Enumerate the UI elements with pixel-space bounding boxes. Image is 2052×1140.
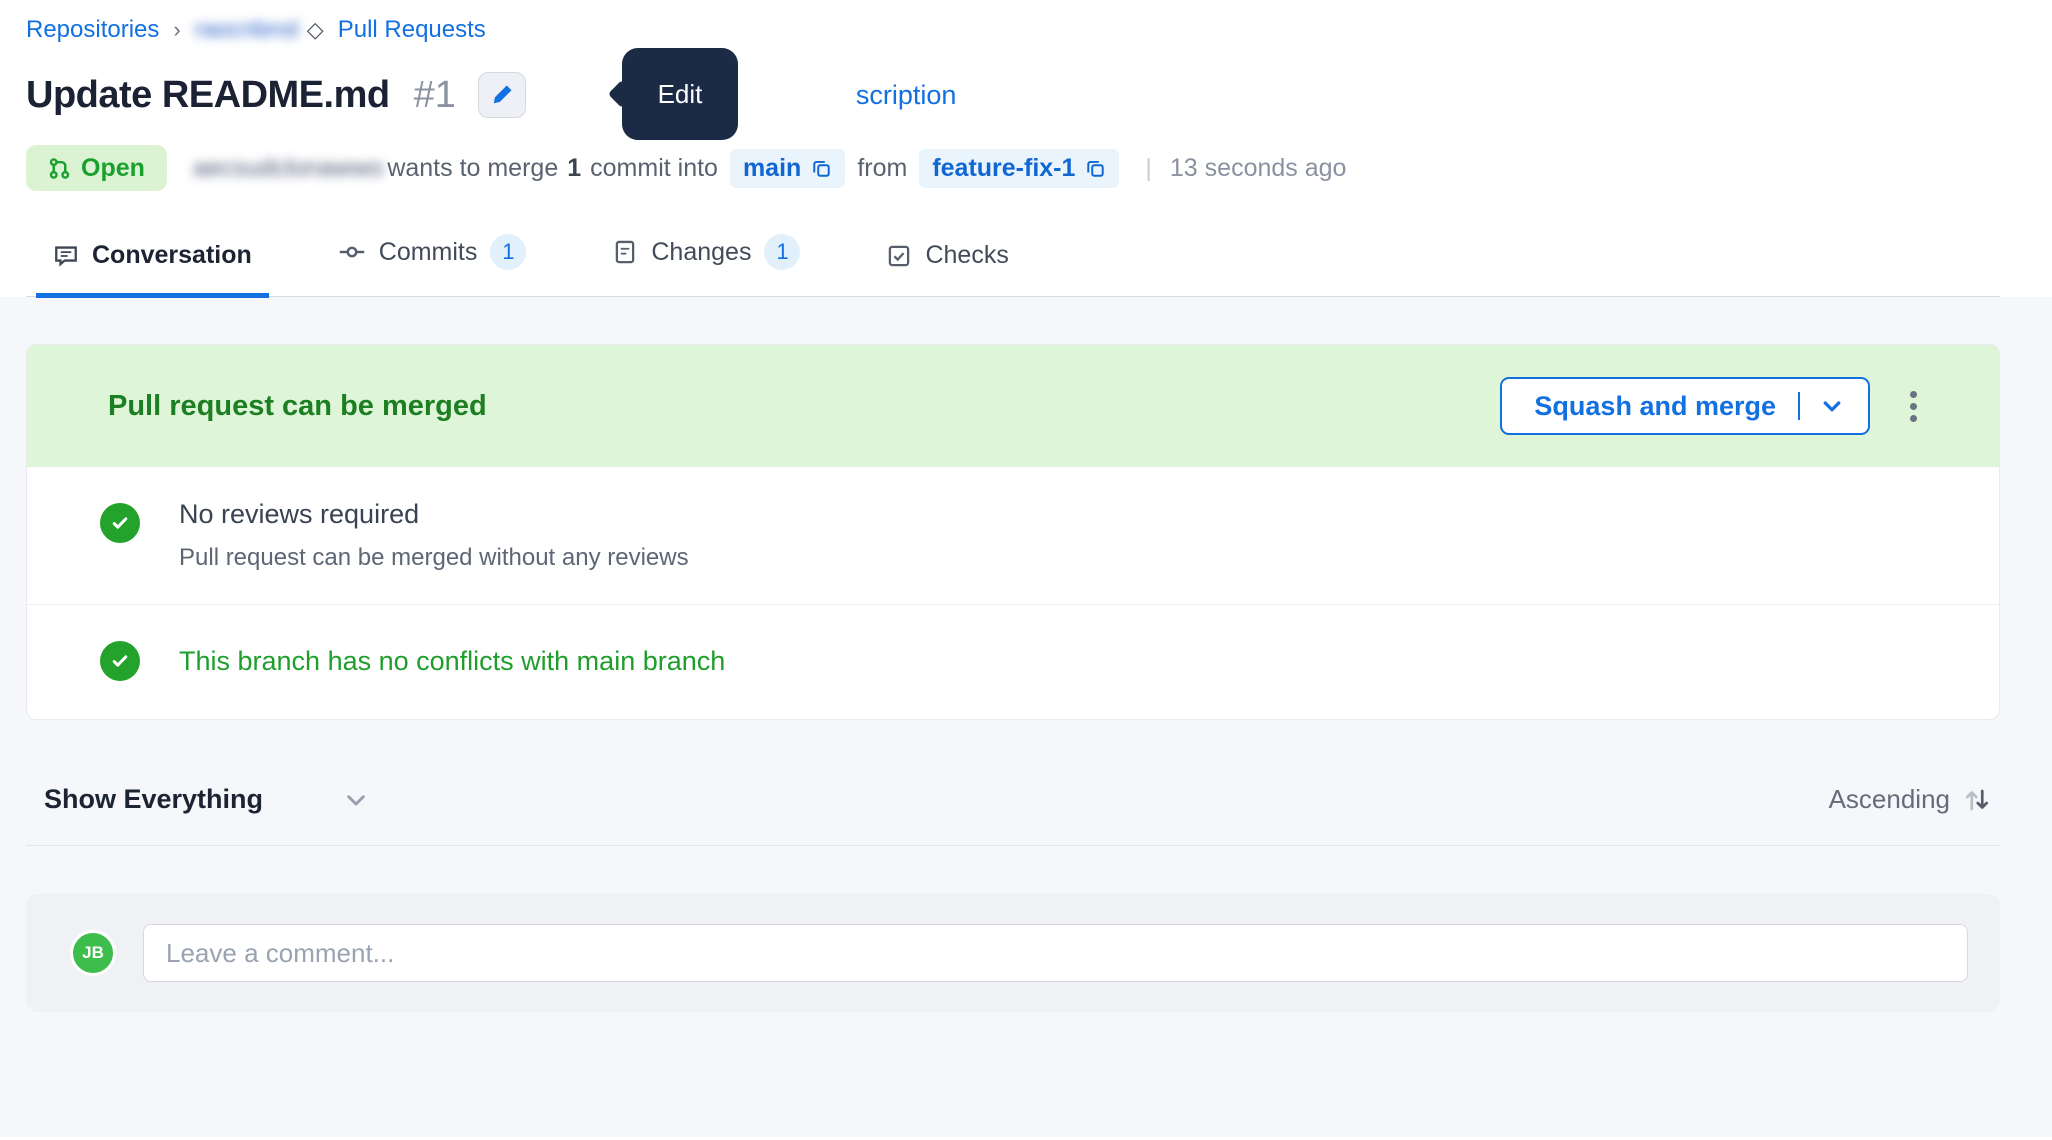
breadcrumb-repositories-link[interactable]: Repositories xyxy=(26,16,159,44)
edit-title-button[interactable] xyxy=(478,72,526,118)
head-branch-badge[interactable]: feature-fix-1 xyxy=(919,149,1119,188)
tab-label: Changes xyxy=(651,238,751,267)
conflict-check-row: This branch has no conflicts with main b… xyxy=(27,604,1999,719)
divider: | xyxy=(1145,154,1152,183)
chevron-down-icon xyxy=(343,787,369,813)
check-title: No reviews required xyxy=(179,499,689,530)
merge-text-pre: wants to merge xyxy=(387,154,558,183)
pull-request-page: Repositories › raocnbnsl ◇ Pull Requests… xyxy=(0,0,2052,1140)
status-badge-label: Open xyxy=(81,154,145,183)
tab-checks[interactable]: Checks xyxy=(869,235,1025,296)
created-time: 13 seconds ago xyxy=(1170,154,1347,183)
button-divider xyxy=(1798,392,1800,420)
copy-icon[interactable] xyxy=(811,158,832,179)
diamond-icon: ◇ xyxy=(307,17,324,43)
edit-tooltip: Edit xyxy=(622,48,738,140)
title-row: Update README.md #1 Edit scription xyxy=(26,66,2000,124)
squash-and-merge-button[interactable]: Squash and merge xyxy=(1500,377,1870,435)
check-circle-icon xyxy=(100,503,140,543)
chevron-down-icon[interactable] xyxy=(1820,394,1844,418)
review-check-row: No reviews required Pull request can be … xyxy=(27,467,1999,604)
from-label: from xyxy=(857,154,907,183)
tab-label: Checks xyxy=(925,241,1008,270)
pr-title: Update README.md xyxy=(26,74,390,117)
breadcrumb-pull-requests-link[interactable]: Pull Requests xyxy=(338,16,486,44)
comment-input[interactable] xyxy=(143,924,1968,982)
base-branch-badge[interactable]: main xyxy=(730,149,845,188)
pr-number: #1 xyxy=(414,74,456,117)
tab-changes[interactable]: Changes 1 xyxy=(595,228,817,296)
breadcrumb-repo-redacted[interactable]: raocnbnsl xyxy=(195,16,299,44)
merge-status-card: Pull request can be merged Squash and me… xyxy=(26,344,2000,720)
tab-conversation[interactable]: Conversation xyxy=(36,235,269,296)
tab-commits[interactable]: Commits 1 xyxy=(321,228,544,296)
check-circle-icon xyxy=(100,641,140,681)
tab-count-badge: 1 xyxy=(764,234,800,270)
check-title: This branch has no conflicts with main b… xyxy=(179,646,725,677)
comment-box: JB xyxy=(26,894,2000,1012)
merge-button-label: Squash and merge xyxy=(1534,391,1776,422)
pr-tabs: Conversation Commits 1 Changes 1 xyxy=(26,228,2000,297)
description-link[interactable]: scription xyxy=(856,80,957,111)
conversation-panel: Pull request can be merged Squash and me… xyxy=(0,297,2052,1137)
filter-dropdown[interactable]: Show Everything xyxy=(44,784,369,815)
checklist-icon xyxy=(886,243,912,269)
comment-icon xyxy=(53,243,79,269)
edit-tooltip-label: Edit xyxy=(658,79,703,110)
commit-icon xyxy=(338,238,366,266)
pull-request-icon xyxy=(48,157,71,180)
avatar: JB xyxy=(70,930,116,976)
tab-count-badge: 1 xyxy=(490,234,526,270)
check-subtitle: Pull request can be merged without any r… xyxy=(179,544,689,572)
status-row: Open aecsudclonawwo wants to merge 1 com… xyxy=(26,144,2000,192)
breadcrumb-separator-icon: › xyxy=(173,17,180,43)
breadcrumb: Repositories › raocnbnsl ◇ Pull Requests xyxy=(26,16,2000,44)
commit-count: 1 xyxy=(567,154,581,183)
file-diff-icon xyxy=(612,239,638,265)
author-name-redacted[interactable]: aecsudclonawwo xyxy=(193,154,383,183)
filter-label: Show Everything xyxy=(44,784,263,815)
sort-toggle[interactable]: Ascending xyxy=(1829,784,1992,815)
pencil-icon xyxy=(489,82,515,108)
sort-label: Ascending xyxy=(1829,784,1950,815)
merge-banner: Pull request can be merged Squash and me… xyxy=(27,345,1999,467)
merge-banner-title: Pull request can be merged xyxy=(108,390,487,423)
tab-label: Commits xyxy=(379,238,478,267)
sort-arrows-icon xyxy=(1962,785,1992,815)
status-badge: Open xyxy=(26,145,167,191)
merge-options-kebab-icon[interactable] xyxy=(1904,385,1923,428)
pr-header: Repositories › raocnbnsl ◇ Pull Requests… xyxy=(0,0,2052,297)
merge-text-mid: commit into xyxy=(590,154,718,183)
timeline-controls: Show Everything Ascending xyxy=(26,784,2000,815)
copy-icon[interactable] xyxy=(1085,158,1106,179)
base-branch-label: main xyxy=(743,154,801,183)
section-divider xyxy=(26,845,2000,846)
head-branch-label: feature-fix-1 xyxy=(932,154,1075,183)
tab-label: Conversation xyxy=(92,241,252,270)
